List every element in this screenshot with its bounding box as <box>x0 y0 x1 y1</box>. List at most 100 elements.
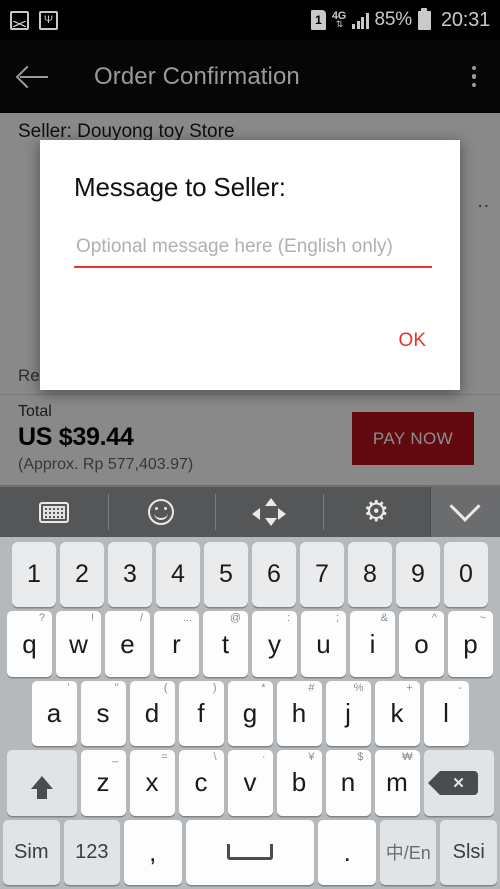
key-label: e <box>120 628 135 659</box>
key-p[interactable]: ~ p <box>448 611 493 677</box>
key-label: x <box>145 767 159 798</box>
key-r[interactable]: ... r <box>154 611 199 677</box>
key-label: 4 <box>171 560 185 589</box>
toolbar-cursor-button[interactable] <box>215 487 323 537</box>
status-bar-left-icons: Ψ <box>10 10 58 30</box>
shift-arrow-icon <box>30 776 53 800</box>
key-label: p <box>463 628 478 659</box>
space-key[interactable] <box>185 819 315 886</box>
key-label: u <box>316 628 331 659</box>
key-label: 1 <box>27 560 41 589</box>
toolbar-settings-button[interactable]: ⚙ <box>322 487 431 537</box>
key-3[interactable]: 3 <box>108 542 152 608</box>
sim-key[interactable]: Sim <box>3 819 60 886</box>
key-alt-label: ; <box>335 612 339 625</box>
key-o[interactable]: ^ o <box>399 611 444 677</box>
slsi-key[interactable]: Slsi <box>440 819 497 886</box>
key-alt-label: ! <box>90 612 94 625</box>
key-alt-label: \ <box>213 751 217 764</box>
message-field-wrapper <box>74 236 432 268</box>
keyboard-row-zxcv: _ z = x \ c · v ¥ b $ n ₩ m ✕ <box>3 750 497 816</box>
signal-strength-icon <box>352 12 369 29</box>
hide-keyboard-button[interactable] <box>430 487 500 537</box>
key-label: , <box>149 836 157 867</box>
dialog-ok-button[interactable]: OK <box>389 324 436 358</box>
key-q[interactable]: ? q <box>7 611 52 677</box>
key-alt-label: $ <box>357 751 364 764</box>
key-alt-label: ~ <box>479 612 486 625</box>
key-alt-label: & <box>380 612 388 625</box>
key-9[interactable]: 9 <box>396 542 440 608</box>
dialog-title: Message to Seller: <box>74 172 286 202</box>
key-label: t <box>221 628 230 659</box>
key-label: Slsi <box>452 840 485 863</box>
keyboard-row-asdf: ' a " s (d ) f * g # h % j + k -l <box>3 680 497 747</box>
key-n[interactable]: $ n <box>325 750 371 816</box>
key-label: 123 <box>75 840 109 863</box>
key-1[interactable]: 1 <box>12 542 56 608</box>
key-4[interactable]: 4 <box>156 542 200 608</box>
backspace-key[interactable]: ✕ <box>423 750 494 816</box>
comma-key[interactable]: , <box>124 819 182 886</box>
key-label: 9 <box>411 560 425 589</box>
key-7[interactable]: 7 <box>300 542 344 608</box>
key-t[interactable]: @ t <box>203 611 248 677</box>
key-label: 2 <box>75 560 89 589</box>
key-i[interactable]: & i <box>350 611 395 677</box>
key-g[interactable]: * g <box>227 680 273 747</box>
key-alt-label: ? <box>38 612 45 625</box>
key-label: m <box>386 767 408 798</box>
key-u[interactable]: ; u <box>301 611 346 677</box>
key-y[interactable]: :y <box>252 611 297 677</box>
key-l[interactable]: -l <box>423 680 469 747</box>
page-title: Order Confirmation <box>94 62 300 90</box>
shift-key[interactable] <box>6 750 77 816</box>
key-x[interactable]: = x <box>129 750 175 816</box>
message-input[interactable] <box>74 236 432 266</box>
kebab-menu-icon[interactable] <box>466 60 483 94</box>
toolbar-keyboard-button[interactable] <box>0 487 108 537</box>
language-toggle-key[interactable]: 中/En <box>379 819 437 886</box>
key-a[interactable]: ' a <box>31 680 77 747</box>
key-label: 中/En <box>385 843 431 864</box>
key-s[interactable]: " s <box>80 680 126 747</box>
key-label: 7 <box>315 560 329 589</box>
keyboard-row-qwerty: ? q ! w / e ... r @ t :y ; u & i ^ o ~ p <box>3 611 497 677</box>
key-6[interactable]: 6 <box>252 542 296 608</box>
key-c[interactable]: \ c <box>178 750 224 816</box>
key-j[interactable]: % j <box>325 680 371 747</box>
numeric-mode-key[interactable]: 123 <box>63 819 121 886</box>
key-label: 0 <box>459 560 473 589</box>
key-alt-label: : <box>286 612 290 625</box>
key-f[interactable]: ) f <box>178 680 224 747</box>
key-k[interactable]: + k <box>374 680 420 747</box>
key-0[interactable]: 0 <box>444 542 488 608</box>
network-4g-icon: 4G ⇅ <box>332 10 346 29</box>
key-label: 8 <box>363 560 377 589</box>
image-icon <box>10 10 29 30</box>
period-key[interactable]: . <box>318 819 376 886</box>
key-label: f <box>197 698 205 729</box>
key-5[interactable]: 5 <box>204 542 248 608</box>
back-arrow-icon[interactable] <box>18 60 52 94</box>
key-label: y <box>268 628 281 659</box>
key-b[interactable]: ¥ b <box>276 750 322 816</box>
key-alt-label: _ <box>112 751 119 764</box>
key-label: k <box>390 698 404 729</box>
key-m[interactable]: ₩ m <box>374 750 420 816</box>
key-label: j <box>345 698 351 729</box>
key-h[interactable]: # h <box>276 680 322 747</box>
key-label: Sim <box>14 840 49 863</box>
status-bar-right-icons: 1 4G ⇅ 85% 20:31 <box>310 7 490 32</box>
key-d[interactable]: (d <box>129 680 175 747</box>
key-w[interactable]: ! w <box>56 611 101 677</box>
toolbar-emoji-button[interactable] <box>107 487 216 537</box>
key-2[interactable]: 2 <box>60 542 104 608</box>
key-e[interactable]: / e <box>105 611 150 677</box>
key-8[interactable]: 8 <box>348 542 392 608</box>
key-label: z <box>96 767 110 798</box>
key-z[interactable]: _ z <box>80 750 126 816</box>
key-label: a <box>46 698 62 729</box>
key-label: l <box>443 698 449 729</box>
key-v[interactable]: · v <box>227 750 273 816</box>
